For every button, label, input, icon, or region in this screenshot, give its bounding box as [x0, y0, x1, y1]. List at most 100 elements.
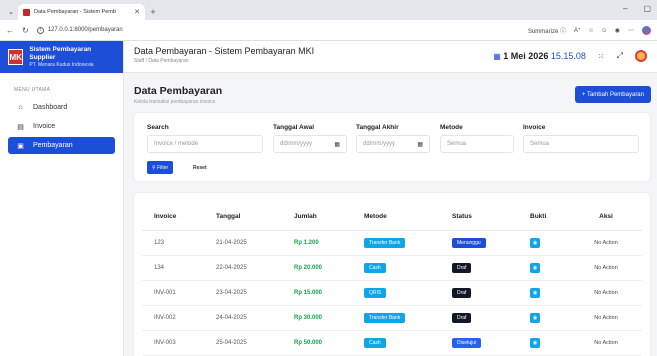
- date-time: ▦ 1 Mei 2026 15.15.08: [493, 51, 586, 61]
- url-text: 127.0.0.1:8000/pembayaran: [47, 27, 123, 33]
- summarize-button[interactable]: Summarize ⓘ: [528, 26, 566, 35]
- restore-icon[interactable]: ▢: [643, 4, 651, 13]
- sidebar-item-label: Invoice: [33, 123, 56, 130]
- tab-list-dropdown-icon[interactable]: ⌄: [4, 4, 18, 20]
- cell-invoice: INV-001: [142, 280, 204, 306]
- calendar-icon[interactable]: ▦: [334, 141, 340, 148]
- fullscreen-icon[interactable]: ⤢: [617, 51, 623, 61]
- user-avatar[interactable]: [635, 50, 647, 62]
- view-proof-icon[interactable]: ◉: [530, 312, 540, 323]
- more-icon[interactable]: ⋯: [628, 27, 634, 34]
- col-aksi: Aksi: [570, 203, 642, 231]
- sidebar-item-label: Pembayaran: [33, 142, 73, 149]
- cell-metode: Transfer Bank: [352, 305, 440, 331]
- invoice-label: Invoice: [523, 124, 546, 131]
- view-proof-icon[interactable]: ◉: [530, 237, 540, 248]
- cell-tanggal: 23-04-2025: [204, 280, 282, 306]
- filter-button-label: Filter: [157, 164, 169, 171]
- sidebar-item-pembayaran[interactable]: ▣ Pembayaran: [8, 137, 115, 154]
- tab-close-icon[interactable]: ✕: [134, 8, 140, 16]
- header-date: 1 Mei 2026: [503, 51, 549, 61]
- table-row: 134 22-04-2025 Rp 20.000 Cash Draf ◉ No …: [142, 255, 642, 281]
- page-title: Data Pembayaran: [134, 85, 223, 97]
- cell-status: Draf: [440, 305, 518, 331]
- payments-table-card: Invoice Tanggal Jumlah Metode Status Buk…: [134, 193, 650, 356]
- cell-metode: QRIS: [352, 280, 440, 306]
- sidebar-item-invoice[interactable]: ▤ Invoice: [8, 118, 115, 135]
- sidebar-item-label: Dashboard: [33, 104, 68, 111]
- copilot-icon[interactable]: [642, 25, 651, 35]
- cell-metode: Transfer Bank: [352, 230, 440, 256]
- page-subtitle: Kelola transaksi pembayaran invoice: [134, 99, 216, 105]
- browser-tab-active[interactable]: Data Pembayaran - Sistem Pemb ✕: [18, 4, 145, 20]
- status-badge: Draf: [452, 287, 472, 298]
- apps-grid-icon[interactable]: ⁙: [598, 52, 605, 61]
- view-proof-icon[interactable]: ◉: [530, 262, 540, 273]
- company-logo: MK: [8, 49, 24, 65]
- view-proof-icon[interactable]: ◉: [530, 337, 540, 348]
- cell-metode: Cash: [352, 330, 440, 356]
- table-row: INV-001 23-04-2025 Rp 15.000 QRIS Draf ◉…: [142, 280, 642, 306]
- browser-tab-bar: ⌄ Data Pembayaran - Sistem Pemb ✕ + – ▢: [0, 0, 657, 20]
- calendar-icon[interactable]: ▦: [417, 141, 423, 148]
- search-input[interactable]: Invoice / metode: [147, 135, 263, 153]
- cell-invoice: INV-003: [142, 330, 204, 356]
- site-info-icon[interactable]: i: [36, 26, 44, 34]
- invoice-group: Invoice Semua: [523, 124, 639, 153]
- cell-status: Disetujui: [440, 330, 518, 356]
- action-text: No Action: [594, 339, 618, 346]
- brand-header: MK Sistem Pembayaran Supplier PT. Menara…: [0, 41, 123, 73]
- cell-bukti: ◉: [518, 230, 570, 256]
- summarize-label: Summarize: [527, 28, 559, 35]
- method-selected-value: Semua: [447, 141, 467, 147]
- method-select[interactable]: Semua: [440, 135, 514, 153]
- cell-aksi: No Action: [570, 255, 642, 281]
- cell-tanggal: 22-04-2025: [204, 255, 282, 281]
- table-row: 123 21-04-2025 Rp 1.200 Transfer Bank Me…: [142, 230, 642, 256]
- profile-icon[interactable]: ◉: [615, 27, 620, 34]
- view-proof-icon[interactable]: ◉: [530, 287, 540, 298]
- url-field[interactable]: i 127.0.0.1:8000/pembayaran: [36, 26, 123, 34]
- method-group: Metode Semua: [440, 124, 514, 153]
- minimize-icon[interactable]: –: [623, 4, 627, 13]
- status-badge: Draf: [452, 312, 472, 323]
- method-badge: Transfer Bank: [364, 312, 406, 323]
- search-label: Search: [147, 124, 169, 131]
- cell-jumlah: Rp 20.000: [282, 255, 352, 281]
- filter-button[interactable]: ⚲ Filter: [147, 161, 174, 174]
- top-header: Data Pembayaran - Sistem Pembayaran MKI …: [124, 41, 657, 73]
- reload-icon[interactable]: ↻: [22, 26, 29, 35]
- end-date-label: Tanggal Akhir: [356, 124, 399, 131]
- cell-bukti: ◉: [518, 255, 570, 281]
- new-tab-icon[interactable]: +: [145, 4, 161, 20]
- start-date-group: Tanggal Awal dd/mm/yyyy ▦: [273, 124, 347, 153]
- cell-jumlah: Rp 15.000: [282, 280, 352, 306]
- end-date-placeholder: dd/mm/yyyy: [363, 141, 396, 147]
- add-payment-button[interactable]: + Tambah Pembayaran: [574, 86, 651, 103]
- start-date-input[interactable]: dd/mm/yyyy ▦: [273, 135, 347, 153]
- favorite-star-icon[interactable]: ☆: [588, 27, 593, 34]
- back-icon[interactable]: ←: [6, 26, 14, 35]
- cell-metode: Cash: [352, 255, 440, 281]
- method-badge: Transfer Bank: [364, 237, 406, 248]
- cell-status: Menunggu: [440, 230, 518, 256]
- invoice-select[interactable]: Semua: [523, 135, 639, 153]
- cell-aksi: No Action: [570, 330, 642, 356]
- cell-jumlah: Rp 30.000: [282, 305, 352, 331]
- brand-subtitle: PT. Menara Kudus Indonesia: [29, 62, 94, 68]
- method-badge: Cash: [364, 337, 386, 348]
- end-date-input[interactable]: dd/mm/yyyy ▦: [356, 135, 430, 153]
- invoice-selected-value: Semua: [530, 141, 550, 147]
- favorites-icon[interactable]: ✩: [602, 27, 607, 34]
- action-text: No Action: [594, 239, 618, 246]
- sidebar-item-dashboard[interactable]: ⌂ Dashboard: [8, 99, 115, 116]
- home-icon: ⌂: [18, 104, 23, 111]
- method-badge: Cash: [364, 262, 386, 273]
- brand-title: Sistem Pembayaran Supplier: [29, 46, 92, 61]
- cell-invoice: INV-002: [142, 305, 204, 331]
- reset-button[interactable]: Reset: [190, 161, 210, 174]
- action-text: No Action: [594, 264, 618, 271]
- col-invoice: Invoice: [142, 203, 204, 231]
- read-aloud-icon[interactable]: Aᐩ: [574, 27, 580, 34]
- start-date-placeholder: dd/mm/yyyy: [280, 141, 313, 147]
